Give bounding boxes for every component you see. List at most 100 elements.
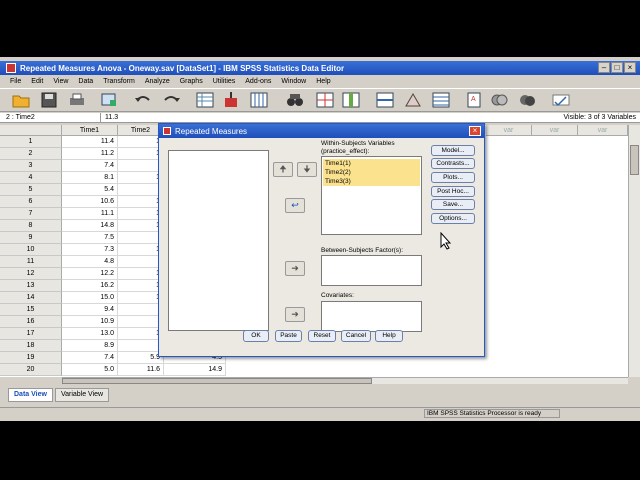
save-icon[interactable]	[40, 92, 58, 108]
variables-icon[interactable]	[250, 92, 268, 108]
tab-data-view[interactable]: Data View	[8, 388, 53, 402]
row-number[interactable]: 12	[0, 268, 62, 280]
list-item[interactable]: Time1(1)	[323, 159, 420, 168]
paste-button[interactable]: Paste	[275, 330, 302, 342]
model-button[interactable]: Model...	[431, 145, 475, 156]
table-cell[interactable]: 11.4	[62, 136, 118, 148]
covariates-list[interactable]	[321, 301, 422, 332]
row-number[interactable]: 8	[0, 220, 62, 232]
table-cell[interactable]: 5.4	[62, 184, 118, 196]
table-cell[interactable]: 11.6	[118, 364, 164, 376]
weight-cases-icon[interactable]	[404, 92, 422, 108]
open-folder-icon[interactable]	[12, 92, 30, 108]
ok-button[interactable]: OK	[243, 330, 269, 342]
contrasts-button[interactable]: Contrasts...	[431, 158, 475, 169]
row-number[interactable]: 5	[0, 184, 62, 196]
menu-window[interactable]: Window	[281, 78, 306, 85]
horizontal-scrollbar[interactable]	[62, 377, 628, 384]
table-cell[interactable]: 7.4	[62, 352, 118, 364]
table-cell[interactable]: 9.4	[62, 304, 118, 316]
table-cell[interactable]: 12.2	[62, 268, 118, 280]
move-to-between-button[interactable]: ➜	[285, 261, 305, 276]
column-header-var[interactable]: var	[532, 125, 578, 136]
menu-add-ons[interactable]: Add-ons	[245, 78, 271, 85]
vertical-scrollbar[interactable]	[628, 125, 640, 377]
find-binoculars-icon[interactable]	[286, 92, 304, 108]
table-cell[interactable]: 4.8	[62, 256, 118, 268]
row-number[interactable]: 18	[0, 340, 62, 352]
use-variable-sets-icon[interactable]	[490, 92, 508, 108]
row-number[interactable]: 7	[0, 208, 62, 220]
table-cell[interactable]: 13.0	[62, 328, 118, 340]
row-number[interactable]: 4	[0, 172, 62, 184]
table-cell[interactable]: 8.1	[62, 172, 118, 184]
table-cell[interactable]: 7.5	[62, 232, 118, 244]
row-number[interactable]: 10	[0, 244, 62, 256]
move-to-within-button[interactable]: ↩	[285, 198, 305, 213]
close-window-button[interactable]: ×	[624, 62, 636, 73]
help-button[interactable]: Help	[375, 330, 403, 342]
row-number[interactable]: 6	[0, 196, 62, 208]
row-number[interactable]: 14	[0, 292, 62, 304]
menu-file[interactable]: File	[10, 78, 21, 85]
select-cases-icon[interactable]	[432, 92, 450, 108]
horizontal-scroll-thumb[interactable]	[62, 378, 372, 384]
row-number[interactable]: 2	[0, 148, 62, 160]
row-number[interactable]: 20	[0, 364, 62, 376]
row-number[interactable]: 16	[0, 316, 62, 328]
move-down-button[interactable]: 🠋	[297, 162, 317, 177]
row-number[interactable]: 17	[0, 328, 62, 340]
table-cell[interactable]: 16.2	[62, 280, 118, 292]
menu-help[interactable]: Help	[316, 78, 330, 85]
post-hoc-button[interactable]: Post Hoc...	[431, 186, 475, 197]
column-header-time1[interactable]: Time1	[62, 125, 118, 136]
cancel-button[interactable]: Cancel	[341, 330, 371, 342]
menu-utilities[interactable]: Utilities	[213, 78, 236, 85]
table-cell[interactable]: 10.6	[62, 196, 118, 208]
menu-data[interactable]: Data	[78, 78, 93, 85]
undo-icon[interactable]	[134, 92, 152, 108]
table-cell[interactable]: 14.9	[164, 364, 226, 376]
table-cell[interactable]: 8.9	[62, 340, 118, 352]
table-cell[interactable]: 11.1	[62, 208, 118, 220]
move-to-covariates-button[interactable]: ➜	[285, 307, 305, 322]
row-number[interactable]: 11	[0, 256, 62, 268]
menu-analyze[interactable]: Analyze	[145, 78, 170, 85]
menu-edit[interactable]: Edit	[31, 78, 43, 85]
vertical-scroll-thumb[interactable]	[630, 145, 639, 175]
table-cell[interactable]: 5.0	[62, 364, 118, 376]
row-number[interactable]: 3	[0, 160, 62, 172]
reset-button[interactable]: Reset	[308, 330, 336, 342]
value-labels-icon[interactable]: A	[466, 92, 484, 108]
show-all-variables-icon[interactable]	[518, 92, 536, 108]
redo-icon[interactable]	[162, 92, 180, 108]
within-subjects-list[interactable]: Time1(1) Time2(2) Time3(3)	[321, 156, 422, 235]
save-button[interactable]: Save...	[431, 199, 475, 210]
column-header-var[interactable]: var	[486, 125, 532, 136]
spell-check-icon[interactable]	[552, 92, 570, 108]
plots-button[interactable]: Plots...	[431, 172, 475, 183]
cell-value-input[interactable]: 11.3	[100, 113, 418, 123]
row-number[interactable]: 19	[0, 352, 62, 364]
options-button[interactable]: Options...	[431, 213, 475, 224]
minimize-button[interactable]: –	[598, 62, 610, 73]
print-icon[interactable]	[68, 92, 86, 108]
table-cell[interactable]: 14.8	[62, 220, 118, 232]
insert-cases-icon[interactable]	[316, 92, 334, 108]
menu-view[interactable]: View	[53, 78, 68, 85]
row-number[interactable]: 9	[0, 232, 62, 244]
dialog-close-button[interactable]: ×	[469, 126, 481, 136]
table-cell[interactable]: 7.4	[62, 160, 118, 172]
table-cell[interactable]: 15.0	[62, 292, 118, 304]
maximize-button[interactable]: □	[611, 62, 623, 73]
split-file-icon[interactable]	[376, 92, 394, 108]
column-header-var[interactable]: var	[578, 125, 628, 136]
table-cell[interactable]: 10.9	[62, 316, 118, 328]
row-number[interactable]: 13	[0, 280, 62, 292]
list-item[interactable]: Time2(2)	[323, 168, 420, 177]
goto-variable-icon[interactable]	[222, 92, 240, 108]
insert-variable-icon[interactable]	[342, 92, 360, 108]
between-subjects-list[interactable]	[321, 255, 422, 286]
row-number[interactable]: 1	[0, 136, 62, 148]
move-up-button[interactable]: 🠉	[273, 162, 293, 177]
